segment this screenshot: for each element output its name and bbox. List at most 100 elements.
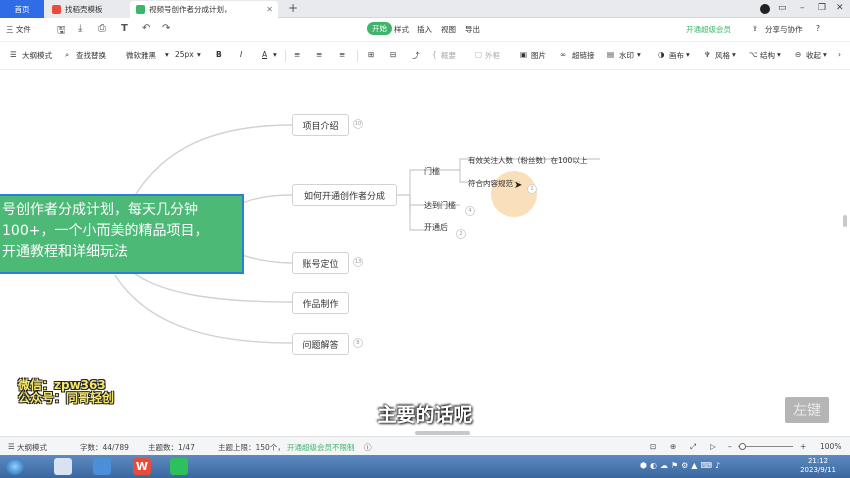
font-size-select[interactable]: 25px: [175, 50, 194, 59]
zoom-out-icon[interactable]: –: [728, 442, 732, 451]
outline-mode-icon: ☰: [8, 442, 15, 451]
share-icon[interactable]: ⇪: [752, 24, 758, 33]
branch-node[interactable]: 问题解答: [292, 333, 349, 355]
align-center-icon[interactable]: ≡: [316, 50, 322, 59]
share-button[interactable]: 分享与协作: [765, 24, 803, 35]
image-button[interactable]: 图片: [531, 50, 546, 61]
video-subtitle: 主要的话呢: [377, 404, 473, 426]
explorer-icon[interactable]: [54, 458, 72, 475]
tab-template[interactable]: 找稻壳模板: [46, 1, 130, 18]
help-button[interactable]: ?: [816, 24, 820, 33]
canvas-button[interactable]: 画布: [669, 50, 684, 61]
collapse-button[interactable]: 收起: [806, 50, 821, 61]
vip-unlimited-link[interactable]: 开通超级会员不限制: [287, 442, 355, 453]
count-badge[interactable]: 13: [353, 257, 363, 267]
menu-insert[interactable]: 插入: [417, 24, 432, 35]
menu-file[interactable]: 三 文件: [6, 24, 31, 35]
topic-limit: 主题上限：150个，: [218, 443, 285, 452]
theme-button[interactable]: 风格: [715, 50, 730, 61]
sub-node-reach[interactable]: 达到门槛: [424, 200, 456, 211]
tab-document[interactable]: 视频号创作者分成计划， ✕: [130, 1, 278, 18]
align-left-icon[interactable]: ≡: [294, 50, 300, 59]
start-button[interactable]: [6, 458, 24, 475]
menu-view[interactable]: 视图: [441, 24, 456, 35]
locate-icon[interactable]: ⊕: [670, 442, 676, 451]
more-icon[interactable]: ›: [838, 50, 841, 59]
minimize-icon[interactable]: –: [800, 3, 805, 13]
format-painter-icon[interactable]: T: [121, 23, 128, 34]
wechat-icon[interactable]: [170, 458, 188, 475]
branch-node[interactable]: 账号定位: [292, 252, 349, 274]
sub-node-condition-followers[interactable]: 有效关注人数（粉丝数）在100以上: [468, 155, 587, 166]
font-color-button[interactable]: A: [262, 50, 267, 59]
count-badge[interactable]: 4: [465, 206, 475, 216]
summary-button[interactable]: 概要: [441, 50, 456, 61]
sub-node-condition-content[interactable]: 符合内容规范: [468, 178, 513, 189]
structure-button[interactable]: 结构: [760, 50, 775, 61]
zoom-level: 100%: [820, 442, 842, 451]
menu-export[interactable]: 导出: [465, 24, 480, 35]
new-tab-icon[interactable]: +: [288, 1, 298, 15]
branch-node[interactable]: 作品制作: [292, 292, 349, 314]
fit-icon[interactable]: ⊡: [650, 442, 656, 451]
branch-node[interactable]: 项目介绍: [292, 114, 349, 136]
count-badge[interactable]: 2: [456, 229, 466, 239]
central-line: 开通教程和详细玩法: [2, 244, 128, 260]
zoom-slider[interactable]: [738, 446, 793, 447]
font-select[interactable]: 微软雅黑: [126, 50, 156, 61]
print-icon[interactable]: ⎙: [98, 23, 106, 34]
avatar[interactable]: [760, 4, 770, 14]
zoom-in-icon[interactable]: +: [800, 442, 806, 451]
play-icon[interactable]: ▷: [710, 442, 716, 451]
chevron-down-icon: ▾: [777, 50, 781, 59]
italic-button[interactable]: I: [240, 50, 242, 59]
menu-start[interactable]: 开始: [367, 22, 392, 35]
tray-icons[interactable]: ⬢◐☁⚑⚙▲⌨♪: [640, 461, 723, 470]
export-icon[interactable]: ⤓: [78, 23, 82, 34]
clock[interactable]: 21:12 2023/9/11: [800, 457, 836, 475]
sub-node-after[interactable]: 开通后: [424, 222, 448, 233]
hyperlink-button[interactable]: 超链接: [572, 50, 595, 61]
redo-icon[interactable]: ↷: [162, 23, 170, 34]
vip-button[interactable]: 开通超级会员: [686, 24, 731, 35]
branch-node[interactable]: 如何开通创作者分成: [292, 184, 397, 206]
image-icon: ▣: [520, 50, 528, 59]
outline-mode-status[interactable]: 大纲模式: [17, 442, 47, 453]
insert-subtopic-icon[interactable]: ⊞: [368, 50, 374, 59]
count-badge[interactable]: 2: [527, 184, 537, 194]
divider: [357, 50, 358, 62]
zoom-slider-handle[interactable]: [739, 443, 746, 450]
count-badge[interactable]: 8: [353, 338, 363, 348]
save-icon[interactable]: 🖫: [57, 23, 66, 40]
sub-node-threshold[interactable]: 门槛: [424, 166, 440, 177]
count-badge[interactable]: 10: [353, 119, 363, 129]
browser-icon[interactable]: [93, 458, 111, 475]
insert-topic-icon[interactable]: ⊟: [390, 50, 396, 59]
vertical-scrollbar[interactable]: [843, 215, 847, 227]
canvas-icon: ◑: [658, 50, 665, 59]
close-window-icon[interactable]: ✕: [836, 3, 844, 13]
central-line: 号创作者分成计划，每天几分钟: [2, 202, 198, 218]
find-replace-button[interactable]: 查找替换: [76, 50, 106, 61]
fullscreen-icon[interactable]: ⤢: [690, 442, 696, 452]
close-tab-icon[interactable]: ✕: [266, 5, 273, 14]
menu-style[interactable]: 样式: [394, 24, 409, 35]
central-topic[interactable]: 号创作者分成计划，每天几分钟 100+，一个小而美的精品项目， 开通教程和详细玩…: [0, 194, 244, 274]
watermark-button[interactable]: 水印: [619, 50, 634, 61]
tab-home[interactable]: 首页: [0, 0, 44, 18]
undo-icon[interactable]: ↶: [142, 23, 150, 34]
outline-mode-button[interactable]: 大纲模式: [22, 50, 52, 61]
branch-label: 作品制作: [302, 299, 339, 310]
window-menu-icon[interactable]: ▭: [778, 3, 787, 13]
info-icon[interactable]: ⓘ: [364, 442, 372, 453]
frame-button[interactable]: 外框: [485, 50, 500, 61]
wps-icon[interactable]: W: [133, 458, 151, 475]
horizontal-scrollbar[interactable]: [415, 431, 470, 435]
maximize-icon[interactable]: ❐: [818, 3, 826, 13]
theme-icon: ♆: [704, 50, 711, 59]
relation-icon[interactable]: ⤴: [412, 50, 420, 61]
mindmap-canvas[interactable]: 项目介绍 10 如何开通创作者分成 账号定位 13 作品制作 问题解答 8 门槛…: [0, 70, 850, 436]
align-right-icon[interactable]: ≡: [339, 50, 345, 59]
docer-icon: [52, 5, 61, 14]
bold-button[interactable]: B: [216, 50, 222, 59]
